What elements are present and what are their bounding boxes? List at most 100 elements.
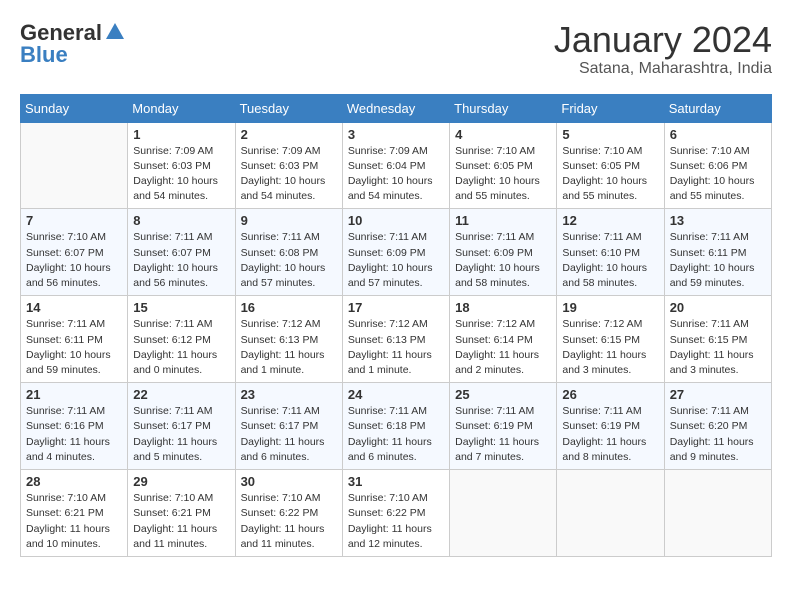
day-number: 4 (455, 127, 551, 142)
day-number: 1 (133, 127, 229, 142)
calendar-cell: 26Sunrise: 7:11 AM Sunset: 6:19 PM Dayli… (557, 383, 664, 470)
day-info: Sunrise: 7:11 AM Sunset: 6:09 PM Dayligh… (455, 230, 551, 291)
day-info: Sunrise: 7:11 AM Sunset: 6:19 PM Dayligh… (562, 404, 658, 465)
day-info: Sunrise: 7:10 AM Sunset: 6:05 PM Dayligh… (455, 144, 551, 205)
day-number: 20 (670, 300, 766, 315)
day-info: Sunrise: 7:11 AM Sunset: 6:19 PM Dayligh… (455, 404, 551, 465)
day-number: 17 (348, 300, 444, 315)
day-number: 29 (133, 474, 229, 489)
day-number: 13 (670, 213, 766, 228)
day-number: 3 (348, 127, 444, 142)
day-info: Sunrise: 7:11 AM Sunset: 6:08 PM Dayligh… (241, 230, 337, 291)
day-number: 21 (26, 387, 122, 402)
calendar-cell: 28 Sunrise: 7:10 AM Sunset: 6:21 PM Dayli… (21, 470, 128, 557)
page-header: General Blue January 2024 Satana, Mahara… (20, 20, 772, 78)
logo-blue-text: Blue (20, 42, 68, 68)
calendar-cell: 31 Sunrise: 7:10 AM Sunset: 6:22 PM Dayli… (342, 470, 449, 557)
logo: General Blue (20, 20, 126, 68)
calendar-week-row: 14 Sunrise: 7:11 AM Sunset: 6:11 PM Dayli… (21, 296, 772, 383)
day-info: Sunrise: 7:12 AM Sunset: 6:15 PM Dayligh… (562, 317, 658, 378)
calendar-cell: 11 Sunrise: 7:11 AM Sunset: 6:09 PM Dayli… (450, 209, 557, 296)
day-info: Sunrise: 7:10 AM Sunset: 6:22 PM Dayligh… (348, 491, 444, 552)
day-info: Sunrise: 7:11 AM Sunset: 6:16 PM Dayligh… (26, 404, 122, 465)
calendar-cell: 17 Sunrise: 7:12 AM Sunset: 6:13 PM Dayli… (342, 296, 449, 383)
day-info: Sunrise: 7:10 AM Sunset: 6:21 PM Dayligh… (133, 491, 229, 552)
calendar-cell: 12Sunrise: 7:11 AM Sunset: 6:10 PM Dayli… (557, 209, 664, 296)
day-info: Sunrise: 7:09 AM Sunset: 6:03 PM Dayligh… (241, 144, 337, 205)
day-number: 25 (455, 387, 551, 402)
day-info: Sunrise: 7:11 AM Sunset: 6:18 PM Dayligh… (348, 404, 444, 465)
calendar-cell: 23Sunrise: 7:11 AM Sunset: 6:17 PM Dayli… (235, 383, 342, 470)
day-number: 14 (26, 300, 122, 315)
day-info: Sunrise: 7:10 AM Sunset: 6:21 PM Dayligh… (26, 491, 122, 552)
day-number: 15 (133, 300, 229, 315)
calendar-cell: 16 Sunrise: 7:12 AM Sunset: 6:13 PM Dayli… (235, 296, 342, 383)
day-info: Sunrise: 7:11 AM Sunset: 6:11 PM Dayligh… (26, 317, 122, 378)
calendar-cell: 8 Sunrise: 7:11 AM Sunset: 6:07 PM Daylig… (128, 209, 235, 296)
calendar-header-saturday: Saturday (664, 94, 771, 122)
day-number: 30 (241, 474, 337, 489)
month-title: January 2024 (554, 20, 772, 60)
location-subtitle: Satana, Maharashtra, India (554, 60, 772, 78)
calendar-cell: 3 Sunrise: 7:09 AM Sunset: 6:04 PM Daylig… (342, 122, 449, 209)
day-info: Sunrise: 7:10 AM Sunset: 6:07 PM Dayligh… (26, 230, 122, 291)
calendar-cell: 15 Sunrise: 7:11 AM Sunset: 6:12 PM Dayli… (128, 296, 235, 383)
calendar-header-wednesday: Wednesday (342, 94, 449, 122)
day-number: 8 (133, 213, 229, 228)
day-info: Sunrise: 7:10 AM Sunset: 6:05 PM Dayligh… (562, 144, 658, 205)
calendar-cell: 4 Sunrise: 7:10 AM Sunset: 6:05 PM Daylig… (450, 122, 557, 209)
day-info: Sunrise: 7:09 AM Sunset: 6:04 PM Dayligh… (348, 144, 444, 205)
calendar-week-row: 1 Sunrise: 7:09 AM Sunset: 6:03 PM Daylig… (21, 122, 772, 209)
calendar-cell: 1 Sunrise: 7:09 AM Sunset: 6:03 PM Daylig… (128, 122, 235, 209)
calendar-header-sunday: Sunday (21, 94, 128, 122)
day-number: 19 (562, 300, 658, 315)
calendar-cell: 30Sunrise: 7:10 AM Sunset: 6:22 PM Dayli… (235, 470, 342, 557)
calendar-table: SundayMondayTuesdayWednesdayThursdayFrid… (20, 94, 772, 557)
day-info: Sunrise: 7:11 AM Sunset: 6:12 PM Dayligh… (133, 317, 229, 378)
day-number: 16 (241, 300, 337, 315)
day-info: Sunrise: 7:12 AM Sunset: 6:13 PM Dayligh… (348, 317, 444, 378)
day-info: Sunrise: 7:10 AM Sunset: 6:06 PM Dayligh… (670, 144, 766, 205)
day-number: 10 (348, 213, 444, 228)
day-info: Sunrise: 7:09 AM Sunset: 6:03 PM Dayligh… (133, 144, 229, 205)
day-number: 5 (562, 127, 658, 142)
calendar-cell: 27Sunrise: 7:11 AM Sunset: 6:20 PM Dayli… (664, 383, 771, 470)
calendar-cell: 7Sunrise: 7:10 AM Sunset: 6:07 PM Daylig… (21, 209, 128, 296)
calendar-header-monday: Monday (128, 94, 235, 122)
day-number: 31 (348, 474, 444, 489)
calendar-cell: 9 Sunrise: 7:11 AM Sunset: 6:08 PM Daylig… (235, 209, 342, 296)
day-info: Sunrise: 7:11 AM Sunset: 6:09 PM Dayligh… (348, 230, 444, 291)
calendar-header-friday: Friday (557, 94, 664, 122)
calendar-cell: 25 Sunrise: 7:11 AM Sunset: 6:19 PM Dayli… (450, 383, 557, 470)
calendar-cell: 21 Sunrise: 7:11 AM Sunset: 6:16 PM Dayli… (21, 383, 128, 470)
day-number: 6 (670, 127, 766, 142)
day-number: 18 (455, 300, 551, 315)
day-number: 27 (670, 387, 766, 402)
calendar-cell: 5 Sunrise: 7:10 AM Sunset: 6:05 PM Daylig… (557, 122, 664, 209)
calendar-cell: 2 Sunrise: 7:09 AM Sunset: 6:03 PM Daylig… (235, 122, 342, 209)
day-number: 28 (26, 474, 122, 489)
calendar-header-tuesday: Tuesday (235, 94, 342, 122)
day-info: Sunrise: 7:12 AM Sunset: 6:14 PM Dayligh… (455, 317, 551, 378)
calendar-week-row: 21 Sunrise: 7:11 AM Sunset: 6:16 PM Dayli… (21, 383, 772, 470)
day-info: Sunrise: 7:11 AM Sunset: 6:15 PM Dayligh… (670, 317, 766, 378)
day-number: 24 (348, 387, 444, 402)
calendar-cell (21, 122, 128, 209)
day-info: Sunrise: 7:11 AM Sunset: 6:07 PM Dayligh… (133, 230, 229, 291)
calendar-header-thursday: Thursday (450, 94, 557, 122)
calendar-cell (557, 470, 664, 557)
calendar-header-row: SundayMondayTuesdayWednesdayThursdayFrid… (21, 94, 772, 122)
day-number: 23 (241, 387, 337, 402)
day-number: 2 (241, 127, 337, 142)
calendar-cell: 20 Sunrise: 7:11 AM Sunset: 6:15 PM Dayli… (664, 296, 771, 383)
day-number: 11 (455, 213, 551, 228)
calendar-week-row: 28 Sunrise: 7:10 AM Sunset: 6:21 PM Dayli… (21, 470, 772, 557)
calendar-week-row: 7Sunrise: 7:10 AM Sunset: 6:07 PM Daylig… (21, 209, 772, 296)
calendar-cell: 6 Sunrise: 7:10 AM Sunset: 6:06 PM Daylig… (664, 122, 771, 209)
calendar-cell: 10 Sunrise: 7:11 AM Sunset: 6:09 PM Dayli… (342, 209, 449, 296)
day-info: Sunrise: 7:12 AM Sunset: 6:13 PM Dayligh… (241, 317, 337, 378)
day-info: Sunrise: 7:11 AM Sunset: 6:10 PM Dayligh… (562, 230, 658, 291)
day-number: 9 (241, 213, 337, 228)
calendar-cell: 19 Sunrise: 7:12 AM Sunset: 6:15 PM Dayli… (557, 296, 664, 383)
day-number: 22 (133, 387, 229, 402)
